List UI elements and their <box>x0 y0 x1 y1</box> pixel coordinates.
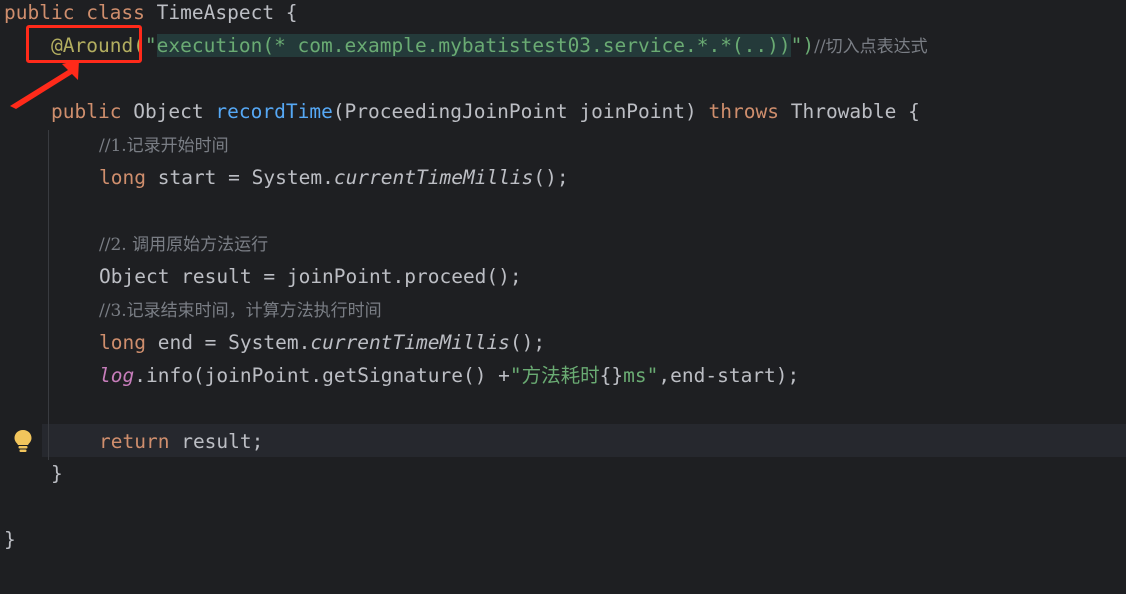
code-line-start[interactable]: long start = System.currentTimeMillis(); <box>99 161 569 194</box>
call-end: (); <box>509 331 546 354</box>
class-name: TimeAspect { <box>156 1 298 24</box>
pointcut-expression: execution(* com.example.mybatistest03.se… <box>156 34 791 57</box>
code-line-annotation[interactable]: @Around("execution(* com.example.mybatis… <box>51 29 928 62</box>
method-params: (ProceedingJoinPoint joinPoint) <box>332 100 697 123</box>
red-arrow-annotation <box>10 60 79 109</box>
keyword-long: long <box>99 331 146 354</box>
method-name: recordTime <box>215 100 333 123</box>
log-info-call: .info(joinPoint.getSignature() + <box>134 364 510 387</box>
code-line-end[interactable]: long end = System.currentTimeMillis(); <box>99 326 545 359</box>
call-current-time: currentTimeMillis <box>310 331 510 354</box>
comment-call-original: //2. 调用原始方法运行 <box>99 235 269 255</box>
lightbulb-icon[interactable] <box>12 429 34 453</box>
code-editor[interactable]: public class TimeAspect { @Around("execu… <box>0 0 1126 594</box>
return-type: Object <box>133 100 204 123</box>
return-value: result; <box>181 430 264 453</box>
closing-brace: } <box>4 528 16 551</box>
code-line-comment-1[interactable]: //1.记录开始时间 <box>99 128 229 161</box>
code-line-class-close[interactable]: } <box>4 523 16 556</box>
code-line-comment-3[interactable]: //3.记录结束时间，计算方法执行时间 <box>99 293 382 326</box>
call-end: (); <box>533 166 569 189</box>
keyword-long: long <box>99 166 146 189</box>
code-line-log[interactable]: log.info(joinPoint.getSignature() +"方法耗时… <box>99 359 799 392</box>
closing-brace: } <box>51 462 63 485</box>
keyword-throws: throws <box>708 100 779 123</box>
throws-type: Throwable { <box>790 100 920 123</box>
comment-record-end: //3.记录结束时间，计算方法执行时间 <box>99 301 382 321</box>
comment-record-start: //1.记录开始时间 <box>99 136 229 156</box>
string-quote-close: ") <box>790 34 815 57</box>
code-line-method-decl[interactable]: public Object recordTime(ProceedingJoinP… <box>51 95 920 128</box>
code-line-return[interactable]: return result; <box>99 425 263 458</box>
log-placeholder: {} <box>599 364 624 387</box>
log-args: ,end-start); <box>658 364 800 387</box>
log-field: log <box>99 364 135 387</box>
string-quote-open: " <box>144 34 157 57</box>
proceed-statement: Object result = joinPoint.proceed(); <box>99 265 522 288</box>
code-line-proceed[interactable]: Object result = joinPoint.proceed(); <box>99 260 522 293</box>
log-string-start: "方法耗时 <box>509 364 600 387</box>
keyword-return: return <box>99 430 170 453</box>
end-assign: end = System. <box>157 331 311 354</box>
start-assign: start = System. <box>157 166 334 189</box>
code-line-comment-2[interactable]: //2. 调用原始方法运行 <box>99 227 268 260</box>
log-string-end: ms" <box>623 364 659 387</box>
indent-guide <box>48 130 49 460</box>
comment-pointcut: //切入点表达式 <box>814 37 928 57</box>
code-line-method-close[interactable]: } <box>51 457 63 490</box>
call-current-time: currentTimeMillis <box>333 166 534 189</box>
